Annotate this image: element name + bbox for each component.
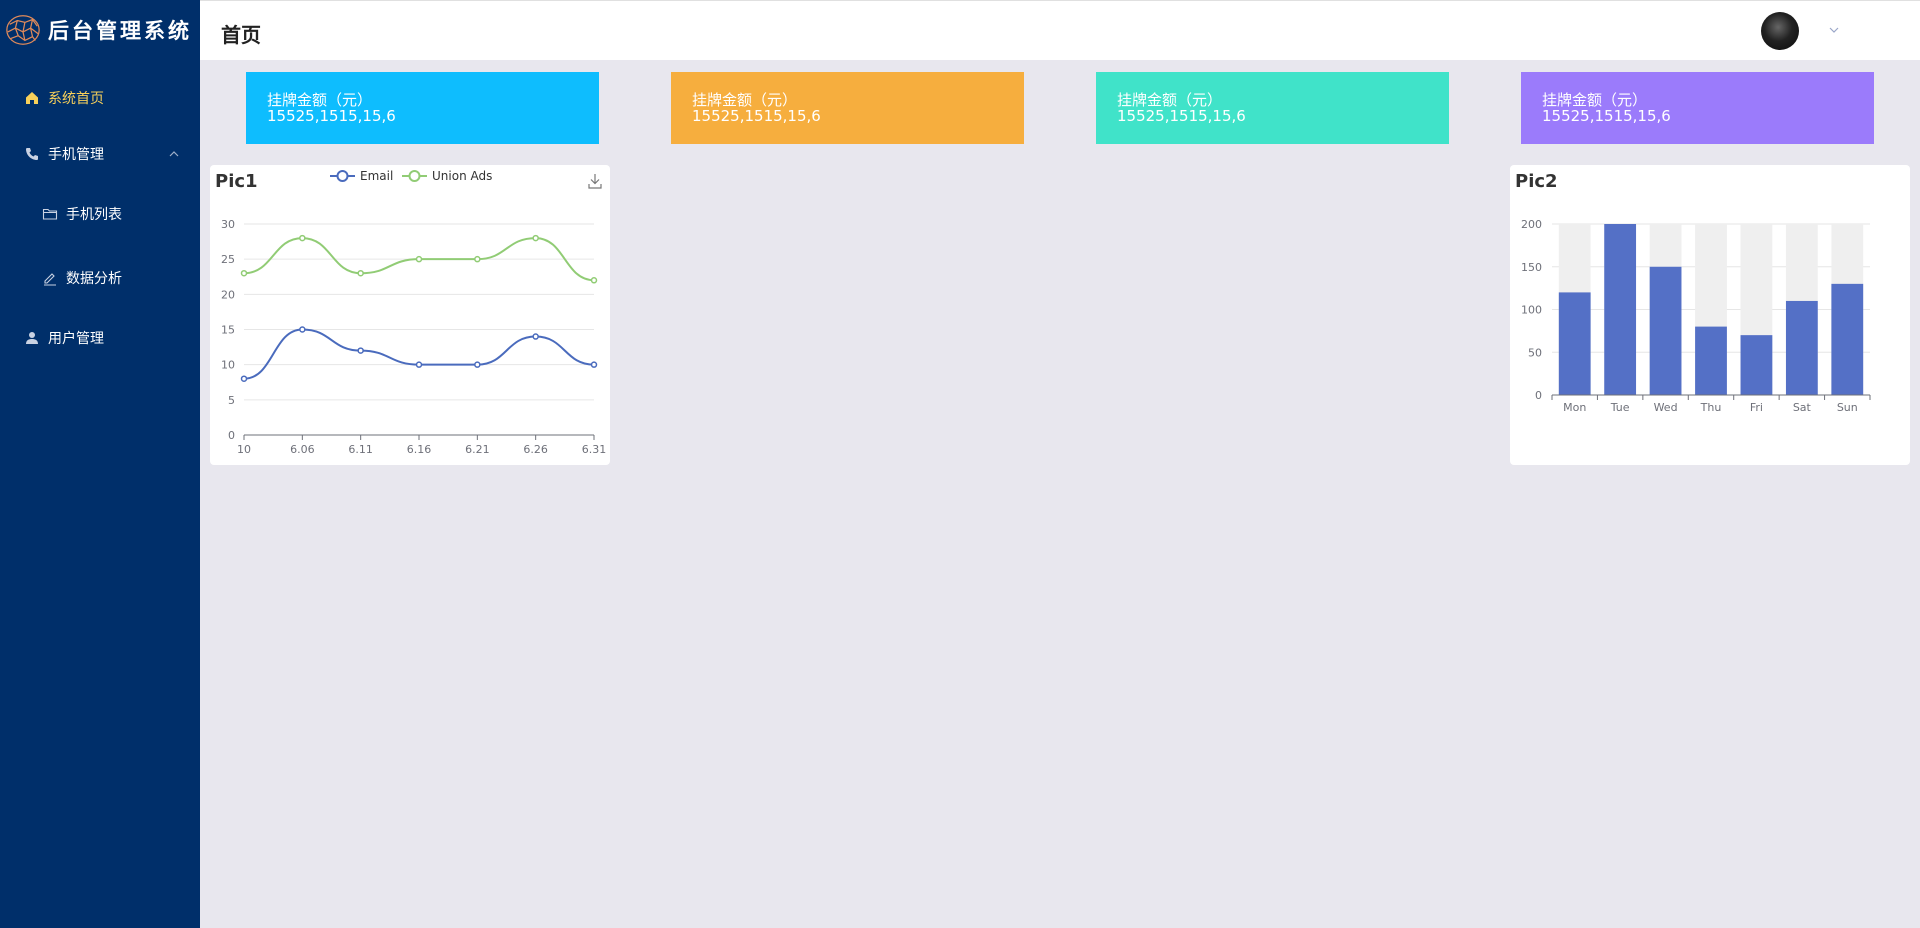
page-title: 首页 xyxy=(221,23,261,47)
stat-card-label: 挂牌金额（元） xyxy=(1542,91,1648,109)
x-tick-label: Sat xyxy=(1793,401,1812,414)
x-tick-label: Fri xyxy=(1750,401,1763,414)
x-tick-label: Thu xyxy=(1700,401,1722,414)
stat-card-3: 挂牌金额（元） 15525,1515,15,6 xyxy=(1096,72,1449,144)
data-point-union-ads xyxy=(474,255,481,263)
bar-sat xyxy=(1785,300,1818,395)
data-point-union-ads xyxy=(590,277,598,284)
bar-sun xyxy=(1831,283,1864,395)
data-point-email xyxy=(299,326,306,333)
user-icon xyxy=(26,332,38,344)
sidebar-item-label: 手机列表 xyxy=(66,207,122,223)
logo: 后台管理系统 xyxy=(0,0,200,60)
x-tick-label: 10 xyxy=(237,443,251,456)
y-tick-label: 200 xyxy=(1521,218,1542,231)
y-tick-label: 5 xyxy=(228,394,235,407)
x-tick-label: 6.31 xyxy=(582,443,607,456)
x-tick-label: Tue xyxy=(1610,401,1630,414)
phone-icon xyxy=(26,148,38,160)
series-line-email xyxy=(243,328,595,380)
y-tick-label: 150 xyxy=(1521,261,1542,274)
x-tick-label: Mon xyxy=(1563,401,1586,414)
top-header: 首页 xyxy=(200,0,1920,60)
y-tick-label: 25 xyxy=(221,253,235,266)
data-point-union-ads xyxy=(532,234,539,242)
stat-card-value: 15525,1515,15,6 xyxy=(692,107,821,125)
stat-card-label: 挂牌金额（元） xyxy=(1117,91,1223,109)
x-tick-label: 6.26 xyxy=(523,443,548,456)
stat-card-value: 15525,1515,15,6 xyxy=(267,107,396,125)
data-point-email xyxy=(590,361,598,368)
bar-mon xyxy=(1558,292,1591,395)
sidebar-item-user-management[interactable]: 用户管理 xyxy=(0,310,200,366)
data-point-email xyxy=(532,333,539,340)
app-title: 后台管理系统 xyxy=(48,18,192,43)
bar-wed xyxy=(1649,266,1682,395)
x-tick-label: 6.06 xyxy=(290,443,315,456)
bar-tue xyxy=(1604,224,1637,395)
y-tick-label: 100 xyxy=(1521,304,1542,317)
stat-card-label: 挂牌金额（元） xyxy=(267,91,373,109)
data-point-union-ads xyxy=(357,269,364,277)
stat-card-value: 15525,1515,15,6 xyxy=(1117,107,1246,125)
chevron-down-icon[interactable] xyxy=(1827,23,1841,37)
data-point-union-ads xyxy=(415,255,423,263)
sidebar: 后台管理系统 系统首页 手机管理 手机列表 数据分析 用户管理 xyxy=(0,0,200,928)
sidebar-item-label: 数据分析 xyxy=(66,271,122,287)
data-point-union-ads xyxy=(299,234,306,242)
sidebar-item-phone-list[interactable]: 手机列表 xyxy=(0,182,200,246)
x-tick-label: Wed xyxy=(1654,401,1678,414)
pic1-line-chart: 0 5 10 15 20 25 30 10 6.06 6.11 6.16 6.21 6.26 6.31 Em… xyxy=(221,169,607,456)
home-icon xyxy=(26,92,38,104)
x-tick-label: 6.16 xyxy=(407,443,432,456)
x-tick-label: 6.11 xyxy=(348,443,373,456)
y-tick-label: 50 xyxy=(1528,346,1542,359)
y-tick-label: 30 xyxy=(221,218,235,231)
pic2-bar-chart: 0 50 100 150 200 Mon Tue Wed Thu Fri Sat Sun xyxy=(1521,218,1871,414)
data-point-email xyxy=(357,347,364,354)
pic1-panel: Pic1 0 5 10 15 20 25 30 10 6.06 6.11 6.16 6.21 6.26 6… xyxy=(210,165,610,465)
sidebar-item-label: 手机管理 xyxy=(48,147,104,163)
legend-label-union-ads: Union Ads xyxy=(432,169,492,183)
y-tick-label: 10 xyxy=(221,359,235,372)
legend-marker-union-ads xyxy=(408,170,421,182)
legend-marker-email xyxy=(336,170,349,182)
stat-card-4: 挂牌金额（元） 15525,1515,15,6 xyxy=(1521,72,1874,144)
y-tick-label: 20 xyxy=(221,288,235,301)
folder-icon xyxy=(42,208,58,220)
data-point-email xyxy=(240,375,248,382)
sidebar-item-data-analysis[interactable]: 数据分析 xyxy=(0,246,200,310)
data-point-union-ads xyxy=(240,269,248,277)
avatar[interactable] xyxy=(1761,12,1799,50)
edit-icon xyxy=(44,273,56,286)
y-tick-label: 0 xyxy=(228,429,235,442)
sidebar-nav: 系统首页 手机管理 手机列表 数据分析 用户管理 xyxy=(0,70,200,366)
stat-card-label: 挂牌金额（元） xyxy=(692,91,798,109)
pic2-panel: Pic2 0 50 100 150 200 Mon Tue Wed Thu Fri Sat Sun xyxy=(1510,165,1910,465)
bar-thu xyxy=(1695,326,1727,395)
bar-fri xyxy=(1740,335,1773,395)
chevron-up-icon[interactable] xyxy=(168,148,180,160)
y-tick-label: 15 xyxy=(221,324,235,337)
sidebar-item-label: 系统首页 xyxy=(48,91,104,107)
sidebar-item-home[interactable]: 系统首页 xyxy=(0,70,200,126)
brain-logo-icon xyxy=(6,15,40,45)
x-tick-label: 6.21 xyxy=(465,443,490,456)
stat-card-2: 挂牌金额（元） 15525,1515,15,6 xyxy=(671,72,1024,144)
stat-card-1: 挂牌金额（元） 15525,1515,15,6 xyxy=(246,72,599,144)
sidebar-item-phone-management[interactable]: 手机管理 xyxy=(0,126,200,182)
data-point-email xyxy=(415,361,423,368)
sidebar-item-label: 用户管理 xyxy=(48,331,104,347)
stat-card-value: 15525,1515,15,6 xyxy=(1542,107,1671,125)
x-tick-label: Sun xyxy=(1837,401,1858,414)
legend-label-email: Email xyxy=(360,169,393,183)
data-point-email xyxy=(474,361,481,368)
y-tick-label: 0 xyxy=(1535,389,1542,402)
